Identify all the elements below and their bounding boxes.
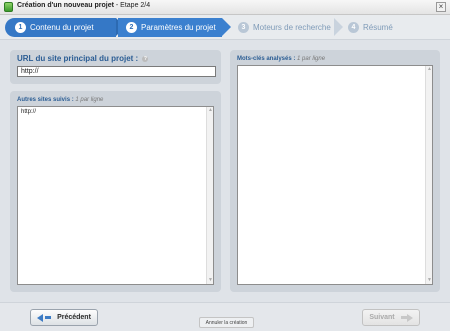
scroll-down-icon[interactable]: ▼	[427, 278, 432, 283]
step-2-label: Paramètres du projet	[141, 23, 216, 32]
step-1-label: Contenu du projet	[30, 23, 94, 32]
step-3[interactable]: 3 Moteurs de recherche	[238, 18, 331, 37]
sites-hint: 1 par ligne	[75, 97, 104, 103]
url-input[interactable]: http://	[17, 66, 216, 77]
sites-label-text: Autres sites suivis :	[17, 97, 74, 103]
title-bar: Création d'un nouveau projet - Etape 2/4…	[0, 0, 450, 15]
sites-label: Autres sites suivis : 1 par ligne	[17, 97, 103, 103]
keywords-label: Mots-clés analysés : 1 par ligne	[237, 56, 325, 62]
step-2-arrow	[222, 18, 231, 36]
next-button[interactable]: Suivant	[362, 309, 420, 326]
scroll-down-icon[interactable]: ▼	[208, 278, 213, 283]
step-4-number: 4	[348, 22, 359, 33]
wizard-step-bar: 1 Contenu du projet 2 Paramètres du proj…	[0, 15, 450, 40]
scroll-up-icon[interactable]: ▲	[427, 67, 432, 72]
window-title: Création d'un nouveau projet - Etape 2/4	[17, 2, 150, 9]
sites-scrollbar[interactable]: ▲ ▼	[206, 107, 213, 284]
next-button-label: Suivant	[369, 314, 395, 321]
keywords-textarea[interactable]: ▲ ▼	[237, 65, 433, 285]
step-1-number: 1	[15, 22, 26, 33]
keywords-label-text: Mots-clés analysés :	[237, 56, 296, 62]
step-4[interactable]: 4 Résumé	[348, 18, 393, 37]
close-icon[interactable]: ×	[436, 2, 446, 12]
window-title-text: Création d'un nouveau projet	[17, 2, 114, 9]
keywords-panel: Mots-clés analysés : 1 par ligne ▲ ▼	[230, 50, 440, 292]
url-label-text: URL du site principal du projet :	[17, 54, 139, 63]
keywords-scrollbar[interactable]: ▲ ▼	[425, 66, 432, 284]
scroll-up-icon[interactable]: ▲	[208, 108, 213, 113]
sites-panel: Autres sites suivis : 1 par ligne http:/…	[10, 91, 221, 292]
step-4-label: Résumé	[363, 23, 393, 32]
footer-bar: Précédent Annuler la création Suivant	[0, 302, 450, 331]
step-3-number: 3	[238, 22, 249, 33]
arrow-left-icon-tail	[45, 316, 52, 319]
url-label: URL du site principal du projet : ?	[17, 54, 149, 63]
arrow-left-icon	[37, 313, 44, 322]
previous-button[interactable]: Précédent	[30, 309, 98, 326]
help-icon[interactable]: ?	[142, 55, 149, 62]
sites-textarea[interactable]: http:// ▲ ▼	[17, 106, 214, 285]
step-2[interactable]: 2 Paramètres du projet	[118, 18, 222, 37]
cancel-button[interactable]: Annuler la création	[199, 317, 254, 328]
step-3-arrow	[334, 18, 343, 36]
keywords-hint: 1 par ligne	[297, 56, 326, 62]
app-icon	[4, 2, 13, 12]
window-step-indicator: - Etape 2/4	[113, 2, 151, 9]
step-2-number: 2	[126, 22, 137, 33]
step-3-label: Moteurs de recherche	[253, 23, 331, 32]
previous-button-label: Précédent	[57, 314, 91, 321]
step-1[interactable]: 1 Contenu du projet	[5, 18, 116, 37]
sites-textarea-value: http://	[21, 109, 37, 115]
url-panel: URL du site principal du projet : ? http…	[10, 50, 221, 84]
arrow-right-icon	[406, 313, 413, 322]
